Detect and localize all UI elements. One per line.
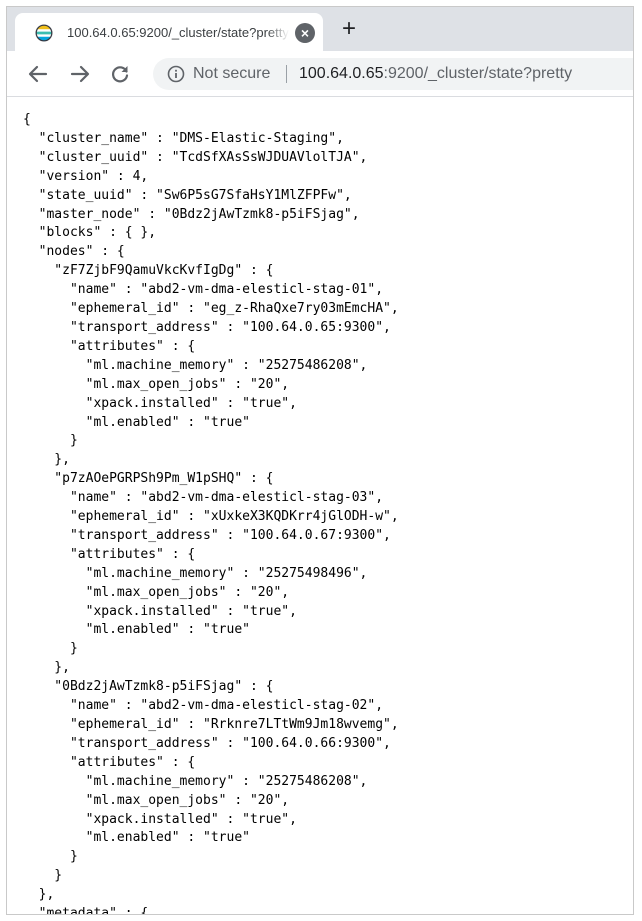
reload-icon[interactable]: [109, 63, 131, 85]
json-line: "zF7ZjbF9QamuVkcKvfIgDg" : {: [23, 263, 274, 279]
url-host: 100.64.0.65: [299, 65, 384, 82]
json-line: "blocks" : { },: [23, 225, 157, 241]
json-line: "ml.machine_memory" : "25275486208",: [23, 357, 368, 373]
json-line: "name" : "abd2-vm-dma-elesticl-stag-01",: [23, 282, 384, 298]
browser-window: 100.64.0.65:9200/_cluster/state?pretty ×…: [6, 6, 634, 915]
json-line: }: [23, 849, 78, 865]
json-line: "ml.machine_memory" : "25275486208",: [23, 773, 368, 789]
json-line: "ephemeral_id" : "xUxkeX3KQDKrr4jGlODH-w…: [23, 509, 399, 525]
json-line: }: [23, 433, 78, 449]
json-line: "state_uuid" : "Sw6P5sG7SfaHsY1MlZFPFw",: [23, 187, 352, 203]
arrow-left-icon[interactable]: [27, 63, 49, 85]
json-line: "attributes" : {: [23, 754, 196, 770]
new-tab-button[interactable]: +: [337, 17, 361, 41]
json-line: },: [23, 887, 55, 903]
json-line: "transport_address" : "100.64.0.66:9300"…: [23, 735, 391, 751]
address-separator: [286, 65, 287, 83]
json-line: "ml.machine_memory" : "25275498496",: [23, 565, 368, 581]
json-line: "nodes" : {: [23, 244, 125, 260]
json-line: "ml.max_open_jobs" : "20",: [23, 792, 290, 808]
json-line: "ephemeral_id" : "Rrknre7LTtWm9Jm18wvemg…: [23, 717, 399, 732]
tab-title-fade: [267, 21, 289, 45]
json-line: "0Bdz2jAwTzmk8-p5iFSjag" : {: [23, 679, 274, 695]
tab-title: 100.64.0.65:9200/_cluster/state?pretty: [67, 25, 289, 40]
json-line: "transport_address" : "100.64.0.65:9300"…: [23, 319, 391, 335]
json-line: "cluster_name" : "DMS-Elastic-Staging",: [23, 130, 344, 146]
json-line: "ml.enabled" : "true": [23, 414, 250, 430]
json-line: "attributes" : {: [23, 546, 196, 562]
json-line: },: [23, 452, 70, 468]
json-line: "ml.max_open_jobs" : "20",: [23, 584, 290, 600]
json-line: "cluster_uuid" : "TcdSfXAsSsWJDUAVlolTJA…: [23, 149, 368, 165]
url-path: :9200/_cluster/state?pretty: [383, 65, 573, 82]
elasticsearch-logo-icon: [35, 24, 53, 42]
active-tab[interactable]: 100.64.0.65:9200/_cluster/state?pretty ×: [15, 13, 323, 51]
json-response: { "cluster_name" : "DMS-Elastic-Staging"…: [7, 97, 633, 915]
tab-strip: 100.64.0.65:9200/_cluster/state?pretty ×…: [7, 7, 633, 51]
json-line: "attributes" : {: [23, 338, 196, 354]
address-bar[interactable]: Not secure 100.64.0.65:9200/_cluster/sta…: [153, 58, 633, 90]
json-line: "transport_address" : "100.64.0.67:9300"…: [23, 527, 391, 543]
browser-toolbar: Not secure 100.64.0.65:9200/_cluster/sta…: [7, 51, 633, 97]
arrow-right-icon[interactable]: [69, 63, 91, 85]
json-line: {: [23, 112, 31, 127]
json-line: },: [23, 660, 70, 676]
json-line: "master_node" : "0Bdz2jAwTzmk8-p5iFSjag"…: [23, 206, 360, 222]
json-line: "name" : "abd2-vm-dma-elesticl-stag-03",: [23, 490, 384, 506]
json-line: "ml.enabled" : "true": [23, 622, 250, 638]
json-line: "p7zAOePGRPSh9Pm_W1pSHQ" : {: [23, 471, 274, 487]
json-line: "xpack.installed" : "true",: [23, 603, 297, 619]
security-status-label[interactable]: Not secure: [193, 64, 270, 84]
info-circle-icon[interactable]: [167, 65, 185, 83]
json-line: "xpack.installed" : "true",: [23, 395, 297, 411]
json-line: "xpack.installed" : "true",: [23, 811, 297, 827]
json-line: "ml.enabled" : "true": [23, 830, 250, 846]
tab-close-button[interactable]: ×: [295, 23, 315, 43]
json-line: "version" : 4,: [23, 168, 149, 184]
json-line: "ephemeral_id" : "eg_z-RhaQxe7ry03mEmcHA…: [23, 301, 399, 317]
url-text[interactable]: 100.64.0.65:9200/_cluster/state?pretty: [299, 64, 572, 84]
page-content: { "cluster_name" : "DMS-Elastic-Staging"…: [7, 97, 633, 915]
json-line: "ml.max_open_jobs" : "20",: [23, 376, 290, 392]
json-line: }: [23, 868, 63, 884]
json-line: }: [23, 641, 78, 657]
json-line: "name" : "abd2-vm-dma-elesticl-stag-02",: [23, 698, 384, 714]
json-line: "metadata" : {: [23, 906, 149, 915]
